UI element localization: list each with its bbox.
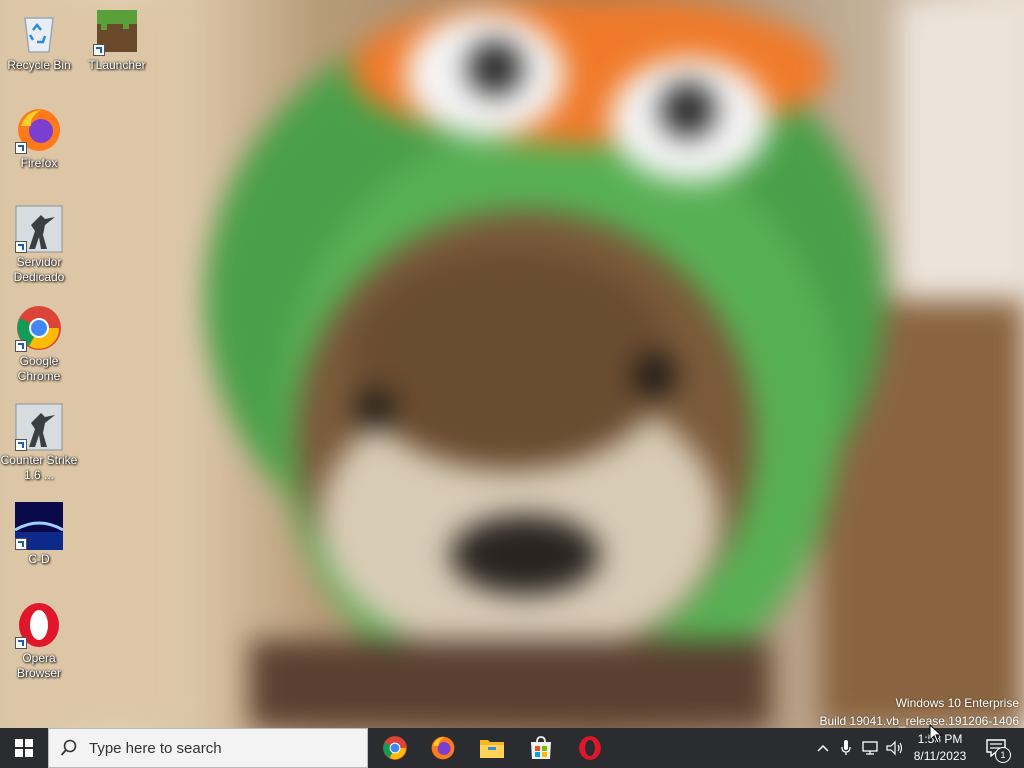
firefox-icon [15, 106, 63, 154]
desktop-icon-opera-browser[interactable]: Opera Browser [0, 601, 78, 681]
show-hidden-icons-button[interactable] [812, 728, 834, 768]
taskbar-search-box[interactable]: Type here to search [48, 728, 368, 768]
chevron-up-icon [817, 744, 829, 752]
start-button[interactable] [0, 728, 48, 768]
shortcut-arrow-icon [93, 44, 105, 56]
windows-logo-icon [15, 739, 33, 757]
desktop-icon-label: TLauncher [88, 58, 146, 72]
desktop-icon-c-d[interactable]: C-D [0, 502, 78, 567]
volume-icon [886, 740, 903, 756]
desktop-icon-google-chrome[interactable]: Google Chrome [0, 304, 78, 384]
network-tray-button[interactable] [859, 728, 883, 768]
taskbar-firefox[interactable] [419, 728, 467, 768]
desktop-icon-firefox[interactable]: Firefox [0, 106, 78, 171]
desktop-icon-tlauncher[interactable]: TLauncher [78, 8, 156, 73]
shortcut-arrow-icon [15, 637, 27, 649]
desktop-icon-label: Counter Strike 1.6 ... [0, 453, 78, 482]
counter-strike-icon [15, 403, 63, 451]
desktop-icon-label: C-D [28, 552, 50, 566]
shortcut-arrow-icon [15, 538, 27, 550]
desktop-icon-servidor-dedicado[interactable]: Servidor Dedicado [0, 205, 78, 285]
desktop-wallpaper [0, 0, 1024, 728]
action-center-button[interactable]: 1 [976, 728, 1016, 768]
file-explorer-icon [480, 740, 504, 758]
search-icon [49, 739, 89, 757]
cd-app-icon [14, 502, 64, 550]
desktop-icon-label: Recycle Bin [7, 58, 71, 72]
chrome-icon [383, 736, 407, 760]
shortcut-arrow-icon [15, 241, 27, 253]
windows-watermark: Windows 10 Enterprise Build 19041.vb_rel… [820, 694, 1020, 730]
wallpaper-image [0, 0, 1024, 728]
network-icon [862, 741, 878, 755]
desktop-icon-label: Firefox [20, 156, 58, 170]
microsoft-store-icon [531, 736, 551, 759]
desktop-icon-counter-strike[interactable]: Counter Strike 1.6 ... [0, 403, 78, 483]
clock-date: 8/11/2023 [913, 749, 967, 763]
firefox-icon [431, 736, 455, 760]
desktop-icon-label: Opera Browser [16, 651, 61, 680]
desktop-icon-recycle-bin[interactable]: Recycle Bin [0, 8, 78, 73]
search-placeholder: Type here to search [89, 739, 222, 757]
taskbar-opera[interactable] [566, 728, 614, 768]
shortcut-arrow-icon [15, 439, 27, 451]
shortcut-arrow-icon [15, 142, 27, 154]
desktop-icon-label: Servidor Dedicado [13, 255, 65, 284]
taskbar-file-explorer[interactable] [468, 728, 516, 768]
taskbar-chrome[interactable] [371, 728, 419, 768]
volume-tray-button[interactable] [884, 728, 906, 768]
taskbar: Type here to search 1:58 PM 8/11/2023 1 [0, 728, 1024, 768]
taskbar-microsoft-store[interactable] [517, 728, 565, 768]
microphone-icon [841, 740, 851, 755]
mouse-cursor-icon [929, 723, 943, 749]
recycle-bin-icon [15, 8, 63, 56]
chrome-icon [15, 304, 63, 352]
desktop-icon-label: Google Chrome [17, 354, 61, 383]
watermark-edition: Windows 10 Enterprise [895, 696, 1019, 710]
notification-count-badge: 1 [995, 747, 1011, 763]
opera-icon [15, 601, 63, 649]
shortcut-arrow-icon [15, 340, 27, 352]
microphone-tray-button[interactable] [836, 728, 856, 768]
opera-icon [579, 736, 601, 760]
counter-strike-icon [15, 205, 63, 253]
minecraft-block-icon [93, 8, 141, 56]
